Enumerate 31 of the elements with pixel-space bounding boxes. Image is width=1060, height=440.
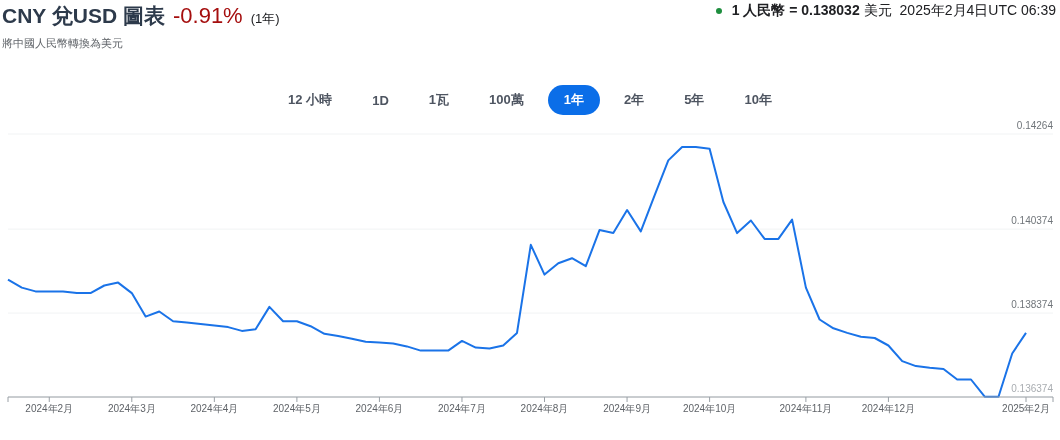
x-axis-label: 2024年12月 xyxy=(861,403,916,414)
period-label: (1年) xyxy=(250,10,280,28)
subtitle: 將中國人民幣轉換為美元 xyxy=(2,36,124,51)
x-axis-label: 2024年11月 xyxy=(779,403,833,414)
range-tab[interactable]: 1年 xyxy=(547,85,600,115)
x-axis-label: 2025年2月 xyxy=(1002,403,1050,414)
x-axis-label: 2024年5月 xyxy=(273,403,321,414)
x-axis-label: 2024年8月 xyxy=(520,403,569,414)
y-axis-label: 0.140374 xyxy=(1011,215,1053,227)
range-tab[interactable]: 100萬 xyxy=(473,85,540,115)
y-axis-label: 0.138374 xyxy=(1011,299,1053,311)
x-axis-label: 2024年9月 xyxy=(603,403,651,414)
range-tab[interactable]: 12 小時 xyxy=(272,85,349,115)
x-axis-label: 2024年4月 xyxy=(190,403,239,414)
percent-change: -0.91% xyxy=(172,3,243,29)
x-axis-label: 2024年3月 xyxy=(107,403,156,414)
range-tab[interactable]: 10年 xyxy=(728,85,788,115)
range-tab[interactable]: 1瓦 xyxy=(412,85,466,115)
y-axis-label: 0.14264 xyxy=(1016,120,1053,131)
exchange-rate: 1 人民幣 = 0.138032 美元 xyxy=(731,2,892,20)
status-dot-icon xyxy=(715,8,722,14)
timestamp: 2025年2月4日UTC 06:39 xyxy=(899,2,1056,20)
x-axis-label: 2024年10月 xyxy=(682,403,737,414)
range-tab[interactable]: 1D xyxy=(356,85,405,115)
x-axis-label: 2024年2月 xyxy=(25,403,74,414)
range-tab[interactable]: 2年 xyxy=(607,85,661,115)
chart-title: CNY 兌USD 圖表 xyxy=(2,3,165,29)
x-axis-label: 2024年7月 xyxy=(438,403,486,414)
range-tab[interactable]: 5年 xyxy=(668,85,721,115)
x-axis-label: 2024年6月 xyxy=(355,403,404,414)
y-axis-label: 0.136374 xyxy=(1011,383,1053,394)
